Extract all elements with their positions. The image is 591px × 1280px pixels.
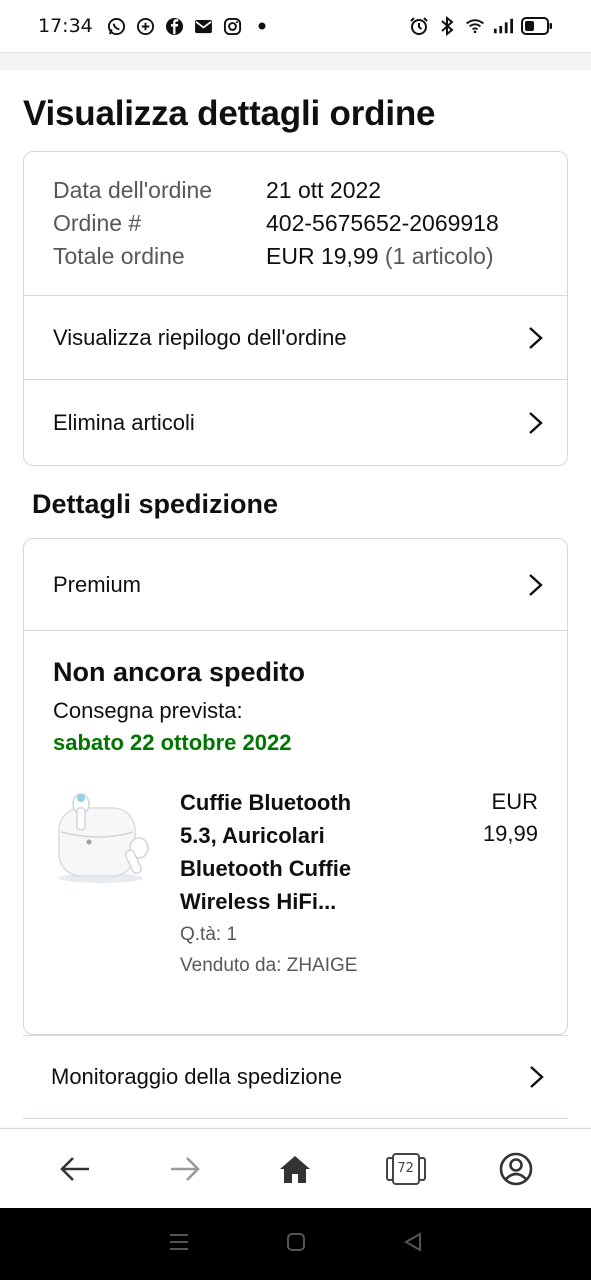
- product-title-line: Bluetooth Cuffie: [180, 856, 352, 881]
- order-total-value: EUR 19,99 (1 articolo): [266, 240, 494, 273]
- battery-icon: [521, 16, 553, 36]
- product-title[interactable]: Cuffie Bluetooth 5.3, Auricolari Bluetoo…: [180, 786, 380, 918]
- signal-icon: [136, 16, 156, 36]
- product-quantity: Q.tà: 1: [180, 924, 238, 945]
- header-strip: [0, 52, 591, 70]
- order-number-value: 402-5675652-2069918: [266, 210, 499, 236]
- home-button[interactable]: [265, 1139, 325, 1199]
- alarm-icon: [409, 16, 429, 36]
- order-date-value: 21 ott 2022: [266, 177, 382, 203]
- chevron-right-icon: [529, 412, 543, 434]
- order-total-items: (1 articolo): [384, 243, 494, 269]
- system-back-button[interactable]: [403, 1231, 423, 1257]
- status-time: 17:34: [38, 15, 93, 37]
- order-number-label: Ordine #: [53, 210, 142, 236]
- bottom-navigation: 72: [0, 1128, 591, 1208]
- back-triangle-icon: [403, 1231, 421, 1252]
- expected-delivery-label: Consegna prevista:: [53, 698, 243, 723]
- track-shipment-label: Monitoraggio della spedizione: [51, 1064, 343, 1089]
- shipping-section-title: Dettagli spedizione: [32, 489, 279, 519]
- product-seller: Venduto da: ZHAIGE: [180, 955, 358, 976]
- system-navigation-bar: [0, 1208, 591, 1280]
- cell-signal-icon: [493, 16, 513, 36]
- back-button[interactable]: [45, 1139, 105, 1199]
- product-image[interactable]: [53, 786, 153, 886]
- order-number-row: Ordine # 402-5675652-2069918: [53, 207, 538, 240]
- shipment-details: Non ancora spedito Consegna prevista: sa…: [24, 631, 567, 977]
- delete-items-label: Elimina articoli: [53, 410, 195, 435]
- product-title-line: Cuffie Bluetooth: [180, 790, 352, 815]
- view-order-summary-label: Visualizza riepilogo dell'ordine: [53, 324, 347, 350]
- instagram-icon: [223, 16, 243, 36]
- status-bar: 17:34: [0, 0, 591, 52]
- chevron-right-icon: [529, 326, 543, 349]
- product-price: EUR 19,99: [483, 786, 538, 977]
- order-summary-block: Data dell'ordine 21 ott 2022 Ordine # 40…: [24, 152, 567, 296]
- account-button[interactable]: [486, 1139, 546, 1199]
- product-price-value: 19,99: [482, 821, 538, 846]
- product-item: Cuffie Bluetooth 5.3, Auricolari Bluetoo…: [53, 786, 538, 977]
- product-price-currency: EUR: [491, 789, 538, 814]
- order-date-label: Data dell'ordine: [53, 177, 213, 203]
- system-status-icons: [409, 16, 553, 36]
- home-square-icon: [287, 1232, 306, 1251]
- order-total-amount: EUR 19,99: [266, 243, 379, 269]
- chevron-right-icon: [529, 573, 543, 596]
- dot-icon: [252, 16, 272, 36]
- product-title-line: 5.3, Auricolari: [180, 823, 325, 848]
- back-icon: [60, 1156, 90, 1181]
- product-info: Cuffie Bluetooth 5.3, Auricolari Bluetoo…: [180, 786, 380, 977]
- notification-icons: [107, 16, 272, 36]
- tabs-button[interactable]: 72: [376, 1139, 436, 1199]
- shipment-card: Premium Non ancora spedito Consegna prev…: [23, 538, 568, 1035]
- chevron-right-icon: [530, 1066, 544, 1088]
- shipping-speed-link[interactable]: Premium: [24, 539, 567, 631]
- shipment-status: Non ancora spedito: [53, 657, 306, 687]
- order-date-row: Data dell'ordine 21 ott 2022: [53, 174, 538, 207]
- menu-icon: [170, 1233, 189, 1250]
- account-icon: [499, 1152, 533, 1185]
- tabs-count: 72: [397, 1161, 414, 1176]
- order-total-row: Totale ordine EUR 19,99 (1 articolo): [53, 240, 538, 273]
- track-shipment-link[interactable]: Monitoraggio della spedizione: [23, 1035, 568, 1119]
- mail-icon: [194, 16, 214, 36]
- delete-items-link[interactable]: Elimina articoli: [24, 380, 567, 465]
- expected-delivery-date: sabato 22 ottobre 2022: [53, 730, 292, 755]
- whatsapp-icon: [107, 16, 127, 36]
- system-home-button[interactable]: [286, 1232, 306, 1257]
- facebook-icon: [165, 16, 185, 36]
- wifi-icon: [465, 16, 485, 36]
- forward-button[interactable]: [155, 1139, 215, 1199]
- page-title: Visualizza dettagli ordine: [23, 94, 436, 133]
- product-title-line: Wireless HiFi...: [180, 889, 337, 914]
- shipping-speed-label: Premium: [53, 571, 142, 597]
- home-icon: [280, 1155, 311, 1183]
- bluetooth-icon: [437, 16, 457, 36]
- recents-button[interactable]: [168, 1232, 190, 1257]
- view-order-summary-link[interactable]: Visualizza riepilogo dell'ordine: [24, 296, 567, 380]
- order-total-label: Totale ordine: [53, 243, 185, 269]
- forward-icon: [171, 1156, 201, 1181]
- order-info-card: Data dell'ordine 21 ott 2022 Ordine # 40…: [23, 151, 568, 466]
